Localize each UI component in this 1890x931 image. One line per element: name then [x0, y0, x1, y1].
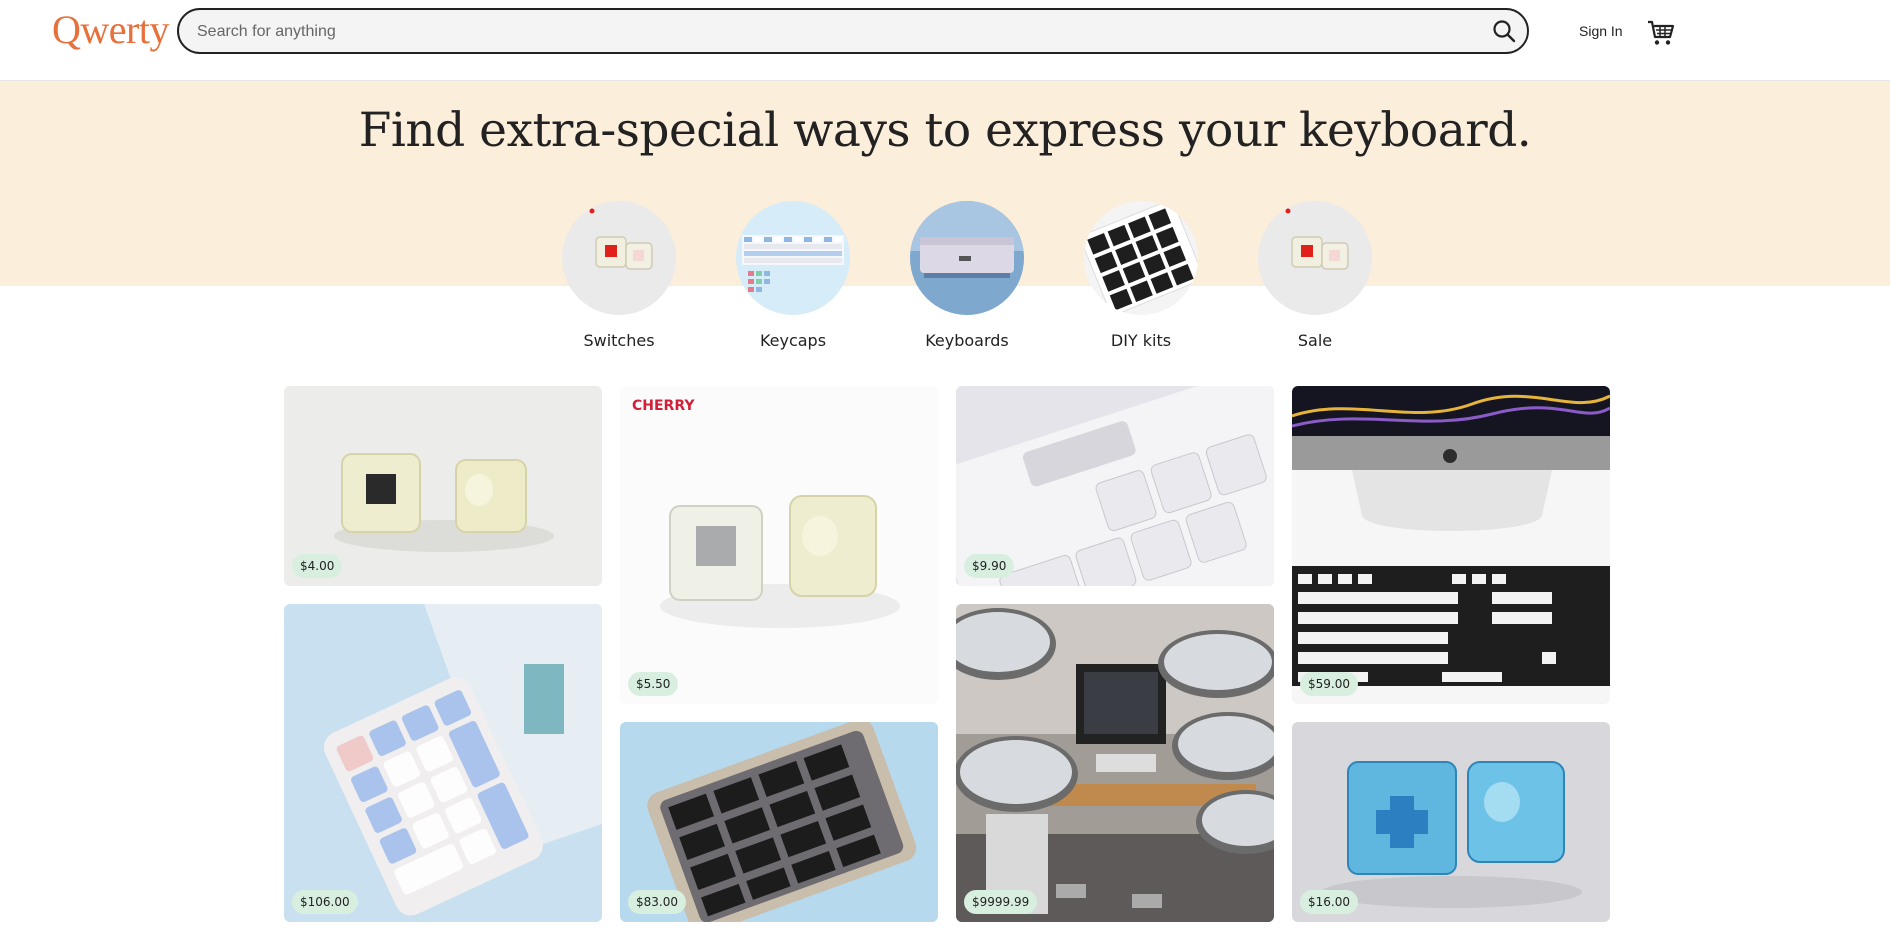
product-card[interactable]: $9999.99	[956, 604, 1274, 922]
product-image	[1292, 386, 1610, 704]
sale-image	[1258, 201, 1372, 315]
top-header: Qwerty Sign In	[0, 0, 1890, 81]
price-badge: $9.90	[964, 554, 1015, 578]
price-badge: $83.00	[628, 890, 686, 914]
cherry-brand-logo: CHERRY	[632, 398, 695, 414]
product-card[interactable]: $16.00	[1292, 722, 1610, 922]
cart-icon[interactable]	[1646, 19, 1676, 47]
product-card[interactable]: $9.90	[956, 386, 1274, 586]
switches-image	[562, 201, 676, 315]
product-image	[956, 604, 1274, 922]
product-card[interactable]: $83.00	[620, 722, 938, 922]
search-input[interactable]	[195, 10, 1459, 54]
price-badge: $106.00	[292, 890, 358, 914]
product-card[interactable]: $4.00	[284, 386, 602, 586]
category-label: Sale	[1297, 331, 1333, 350]
product-image	[284, 604, 602, 922]
product-image	[620, 386, 938, 704]
price-badge: $16.00	[1300, 890, 1358, 914]
category-label: DIY kits	[1110, 331, 1172, 350]
category-label: Switches	[583, 331, 655, 350]
price-badge: $59.00	[1300, 672, 1358, 696]
product-card[interactable]: $106.00	[284, 604, 602, 922]
search-icon[interactable]	[1491, 18, 1517, 44]
category-sale[interactable]: Sale	[1235, 201, 1395, 350]
category-keycaps[interactable]: Keycaps	[713, 201, 873, 350]
product-card[interactable]: $59.00	[1292, 386, 1610, 704]
category-label: Keycaps	[759, 331, 827, 350]
hero-title: Find extra-special ways to express your …	[358, 103, 1532, 158]
price-badge: $4.00	[292, 554, 343, 578]
price-badge: $5.50	[628, 672, 679, 696]
category-keyboards[interactable]: Keyboards	[887, 201, 1047, 350]
category-label: Keyboards	[925, 331, 1009, 350]
sign-in-link[interactable]: Sign In	[1579, 23, 1623, 39]
keycaps-image	[736, 201, 850, 315]
diy-kits-image	[1084, 201, 1198, 315]
product-card[interactable]: CHERRY $5.50	[620, 386, 938, 704]
category-diy-kits[interactable]: DIY kits	[1061, 201, 1221, 350]
search-bar	[177, 8, 1529, 54]
keyboards-image	[910, 201, 1024, 315]
price-badge: $9999.99	[964, 890, 1038, 914]
site-logo[interactable]: Qwerty	[52, 6, 169, 53]
category-switches[interactable]: Switches	[539, 201, 699, 350]
